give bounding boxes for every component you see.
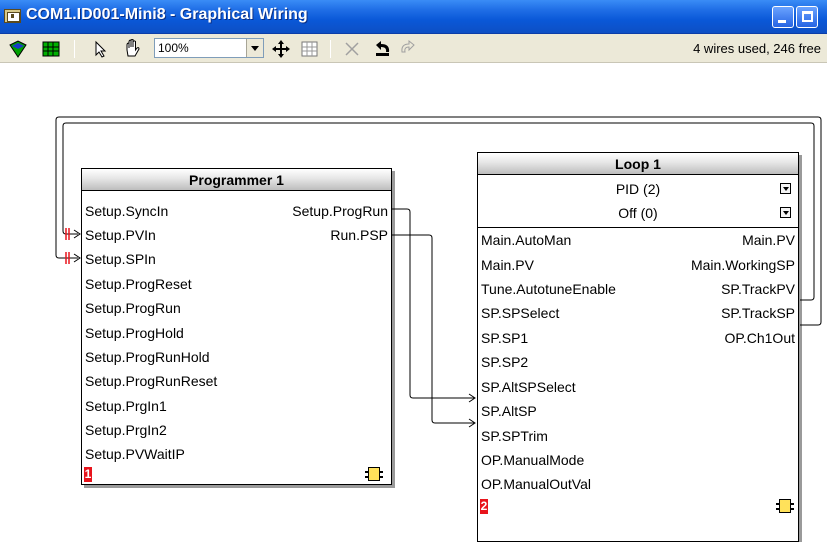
zoom-select[interactable]: 100% bbox=[154, 38, 264, 58]
toolbar: 100% 4 wires used, 246 free bbox=[0, 34, 827, 63]
fit-grid-icon[interactable] bbox=[300, 39, 320, 59]
redo-icon[interactable] bbox=[398, 39, 420, 59]
delete-icon[interactable] bbox=[342, 39, 362, 59]
undo-icon[interactable] bbox=[372, 39, 394, 59]
wires-layer bbox=[55, 116, 822, 428]
grid-block-icon[interactable] bbox=[40, 39, 62, 59]
title-bar: COM1.ID001-Mini8 - Graphical Wiring bbox=[0, 0, 827, 34]
app-icon bbox=[4, 9, 21, 23]
minimize-button[interactable] bbox=[772, 6, 794, 28]
palette-icon[interactable] bbox=[8, 39, 30, 59]
pan-hand-icon[interactable] bbox=[122, 39, 144, 59]
select-arrow-icon[interactable] bbox=[92, 39, 110, 59]
window-title: COM1.ID001-Mini8 - Graphical Wiring bbox=[26, 6, 308, 23]
wire-tracksp-to-spin bbox=[55, 116, 822, 326]
wire-status: 4 wires used, 246 free bbox=[693, 41, 821, 56]
wire-trackpv-to-pvin bbox=[62, 122, 815, 301]
wire-psp-to-altsp bbox=[392, 234, 474, 424]
wiring-canvas[interactable]: Programmer 1 Setup.SyncIn Setup.PVIn Set… bbox=[0, 64, 827, 542]
move-icon[interactable] bbox=[270, 39, 292, 59]
maximize-button[interactable] bbox=[796, 6, 818, 28]
chevron-down-icon[interactable] bbox=[246, 39, 263, 57]
zoom-value: 100% bbox=[158, 41, 189, 55]
wire-progrun-to-altspselect bbox=[392, 208, 474, 399]
